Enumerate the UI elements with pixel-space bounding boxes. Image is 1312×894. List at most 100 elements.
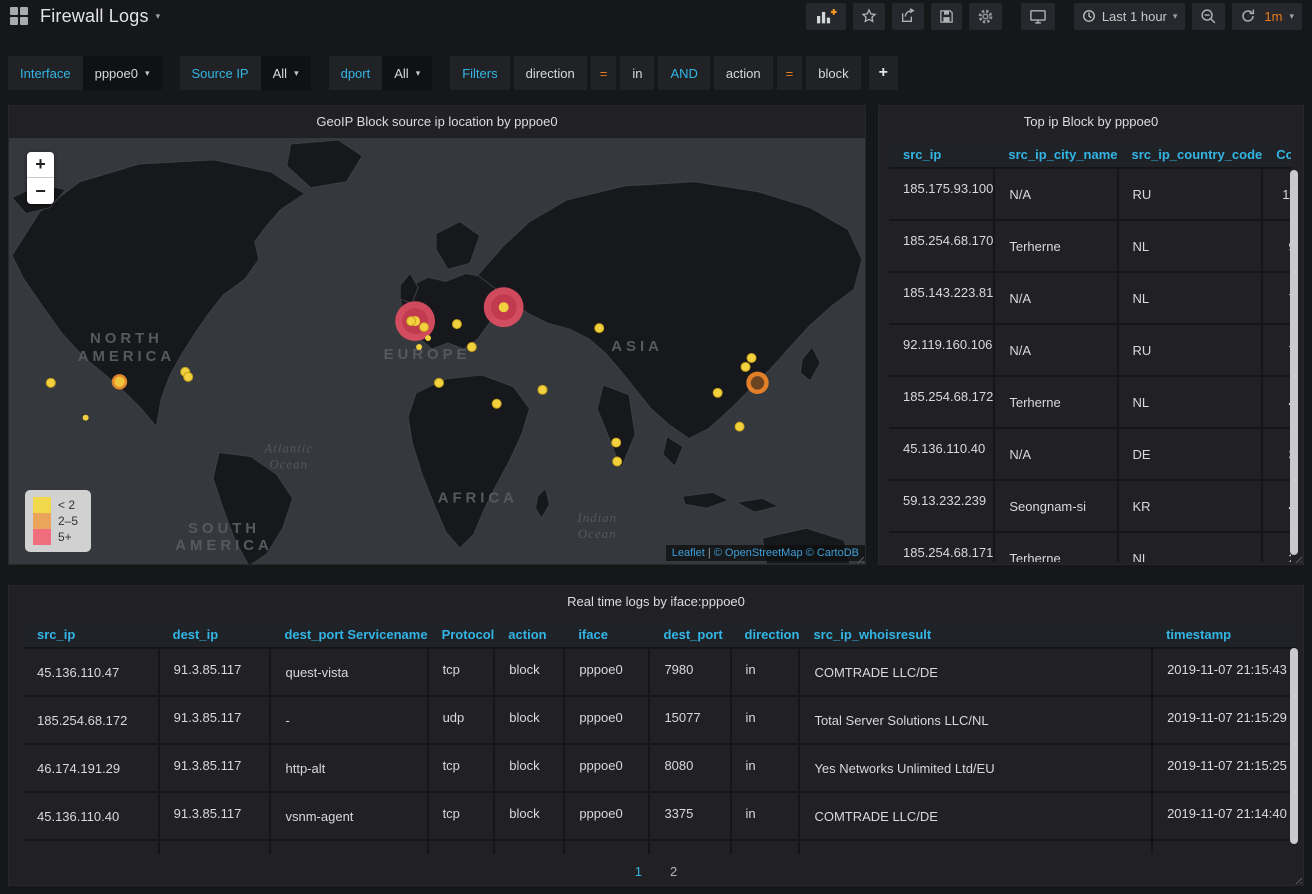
table-row: 46.174.191.29 91.3.85.117 http-alt tcp b…	[23, 744, 1297, 792]
dport-select[interactable]: All ▾	[382, 56, 432, 90]
refresh-button[interactable]: 1m ▾	[1232, 3, 1302, 30]
cell: 45.136.110.40	[889, 428, 994, 480]
navbar: Firewall Logs ▾	[0, 0, 1312, 32]
dashboard-title[interactable]: Firewall Logs	[40, 6, 149, 27]
cell: Total Server Solutions LLC/NL	[799, 696, 1152, 744]
save-button[interactable]	[931, 3, 962, 30]
column-header-action[interactable]: action	[494, 622, 564, 648]
table-row: 45.136.110.47 91.3.85.117 quest-vista tc…	[23, 648, 1297, 696]
column-header-servicename[interactable]: dest_port Servicename	[270, 622, 427, 648]
column-header-src-ip[interactable]: src_ip	[889, 142, 994, 168]
filter-operator[interactable]: =	[591, 56, 617, 90]
table-header-row: src_ip src_ip_city_name src_ip_country_c…	[889, 142, 1291, 168]
panel-title[interactable]: Top ip Block by pppoe0	[879, 106, 1303, 136]
page-1-button[interactable]: 1	[635, 864, 642, 879]
cell: 9.00	[1262, 220, 1291, 272]
svg-text:EUROPE: EUROPE	[384, 346, 471, 363]
interval-caret-icon[interactable]: ▾	[1289, 11, 1294, 22]
cell: 7980	[649, 648, 730, 696]
source-ip-variable: Source IP All ▾	[180, 56, 311, 90]
star-button[interactable]	[853, 3, 885, 30]
filter-operator[interactable]: =	[777, 56, 803, 90]
table-row: 185.175.93.100 N/A RU 11.00	[889, 168, 1291, 220]
tv-mode-button[interactable]	[1021, 3, 1055, 30]
filter-value[interactable]: in	[620, 56, 654, 90]
scrollbar[interactable]	[1290, 648, 1298, 844]
interface-select[interactable]: pppoe0 ▾	[83, 56, 162, 90]
filter-condition[interactable]: AND	[658, 56, 709, 90]
share-button[interactable]	[892, 3, 924, 30]
svg-text:Ocean: Ocean	[269, 456, 308, 471]
top-ip-panel: Top ip Block by pppoe0 src_ip src_ip_cit…	[878, 105, 1304, 565]
cell: block	[494, 696, 564, 744]
column-header-timestamp[interactable]: timestamp	[1152, 622, 1297, 648]
refresh-interval-label[interactable]: 1m	[1264, 9, 1282, 24]
table-row: 59.13.232.239 Seongnam-si KR 4.00	[889, 480, 1291, 532]
filter-value[interactable]: block	[806, 56, 860, 90]
cell: 59.13.232.239	[889, 480, 994, 532]
column-header-src-ip[interactable]: src_ip	[23, 622, 159, 648]
column-header-country[interactable]: src_ip_country_code	[1118, 142, 1263, 168]
cell: 3375	[649, 792, 730, 840]
scrollbar[interactable]	[1290, 170, 1298, 555]
dashboard-grid-icon[interactable]	[10, 7, 28, 25]
table-header-row: src_ip dest_ip dest_port Servicename Pro…	[23, 622, 1297, 648]
filter-key[interactable]: direction	[514, 56, 587, 90]
svg-text:Indian: Indian	[576, 510, 617, 525]
world-map[interactable]: NORTHAMERICAEUROPEASIAAFRICASOUTHAMERICA…	[9, 138, 865, 564]
column-header-whois[interactable]: src_ip_whoisresult	[799, 622, 1152, 648]
title-caret-icon[interactable]: ▾	[156, 11, 161, 22]
cell: COMTRADE LLC/DE	[799, 792, 1152, 840]
monitor-icon	[1029, 8, 1047, 25]
filter-key[interactable]: action	[714, 56, 773, 90]
map-zoom-out-button[interactable]: −	[27, 178, 54, 204]
filter-bar: Interface pppoe0 ▾ Source IP All ▾ dport…	[8, 56, 916, 90]
time-range-picker[interactable]: Last 1 hour ▾	[1074, 3, 1186, 30]
cell: pppoe0	[564, 744, 649, 792]
cartodb-link[interactable]: © CartoDB	[806, 547, 859, 559]
time-range-label: Last 1 hour	[1102, 9, 1167, 24]
page-2-button[interactable]: 2	[670, 864, 677, 879]
time-caret-icon: ▾	[1173, 11, 1178, 22]
cell: NL	[1118, 376, 1263, 428]
panel-resize-handle[interactable]	[1293, 554, 1302, 563]
legend-item: < 2	[33, 497, 83, 513]
cell: http-alt	[270, 744, 427, 792]
column-header-iface[interactable]: iface	[564, 622, 649, 648]
zoom-out-button[interactable]	[1192, 3, 1225, 30]
cell: 185.175.93.100	[889, 168, 994, 220]
map-zoom-in-button[interactable]: +	[27, 152, 54, 178]
cell: block	[494, 840, 564, 854]
add-filter-button[interactable]: +	[869, 56, 898, 90]
star-icon	[861, 8, 877, 24]
column-header-count[interactable]: Count	[1262, 142, 1291, 168]
cell: DE	[1118, 428, 1263, 480]
panel-title[interactable]: GeoIP Block source ip location by pppoe0	[9, 106, 865, 136]
cell: 2.00	[1262, 532, 1291, 562]
add-panel-button[interactable]	[806, 3, 846, 30]
panel-title[interactable]: Real time logs by iface:pppoe0	[9, 586, 1303, 616]
source-ip-select[interactable]: All ▾	[261, 56, 311, 90]
realtime-logs-panel: Real time logs by iface:pppoe0 src_ip de…	[8, 585, 1304, 886]
bar-chart-plus-icon	[814, 7, 838, 25]
cell: quest-vista	[270, 648, 427, 696]
column-header-city[interactable]: src_ip_city_name	[994, 142, 1117, 168]
cell: 4.00	[1262, 376, 1291, 428]
cell: 2019-11-07 21:15:29	[1152, 696, 1297, 744]
column-header-dest-ip[interactable]: dest_ip	[159, 622, 271, 648]
svg-text:AFRICA: AFRICA	[438, 489, 518, 506]
table-row: 185.254.68.170 Terherne NL 9.00	[889, 220, 1291, 272]
leaflet-link[interactable]: Leaflet	[672, 547, 705, 559]
cell: 11.00	[1262, 168, 1291, 220]
column-header-dest-port[interactable]: dest_port	[649, 622, 730, 648]
refresh-icon	[1240, 8, 1256, 24]
openstreetmap-link[interactable]: © OpenStreetMap	[714, 547, 803, 559]
column-header-direction[interactable]: direction	[731, 622, 800, 648]
column-header-protocol[interactable]: Protocol	[428, 622, 495, 648]
cell: 45.136.110.40	[23, 792, 159, 840]
adhoc-filters: Filters direction = in AND action = bloc…	[450, 56, 898, 90]
settings-button[interactable]	[969, 3, 1002, 30]
cell: 46.174.191.29	[23, 744, 159, 792]
cell: pppoe0	[564, 840, 649, 854]
cell: 8080	[649, 744, 730, 792]
